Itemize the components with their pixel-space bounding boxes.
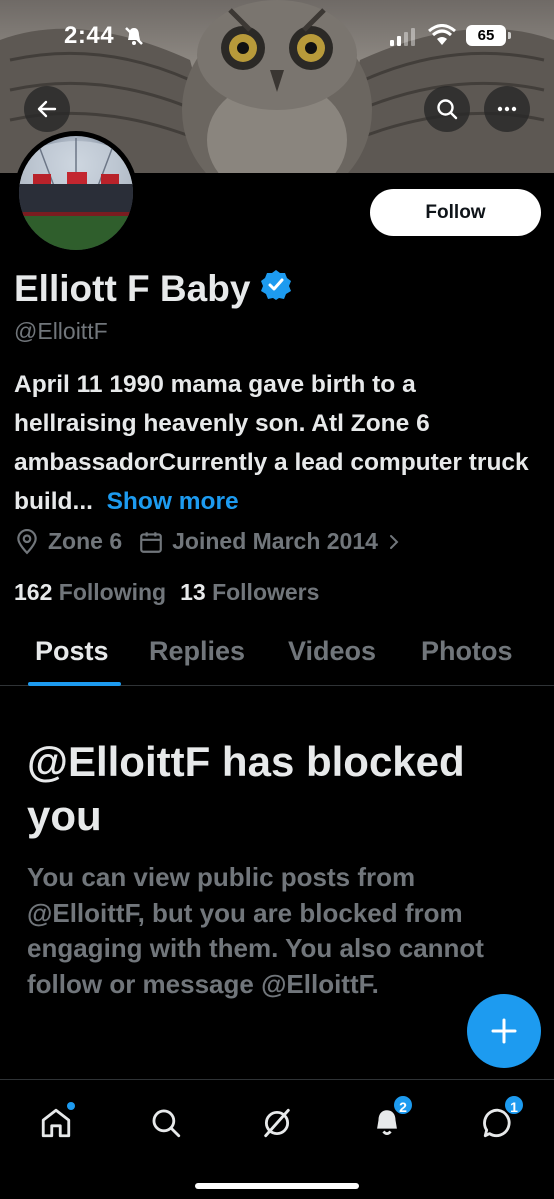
search-icon [152, 1109, 181, 1138]
joined-text: Joined March 2014 [172, 528, 378, 554]
stadium-avatar-image [19, 136, 133, 250]
tab-videos[interactable]: Videos [288, 636, 376, 667]
profile-joined[interactable]: Joined March 2014 [138, 528, 402, 555]
display-name: Elliott F Baby [14, 268, 251, 309]
messages-badge: 1 [503, 1094, 525, 1116]
active-tab-indicator [28, 682, 121, 686]
follow-button[interactable]: Follow [370, 189, 541, 236]
chevron-right-icon [389, 534, 399, 549]
home-indicator [195, 1183, 359, 1189]
nav-notifications[interactable]: 2 [362, 1094, 414, 1148]
bio-text: April 11 1990 mama gave birth to a hellr… [14, 371, 529, 515]
home-icon [41, 1108, 71, 1138]
arrow-left-icon [37, 100, 57, 118]
nav-messages[interactable]: 1 [473, 1094, 525, 1148]
blocked-description: You can view public posts from @ElloittF… [27, 862, 484, 999]
profile-handle: @ElloittF [14, 318, 108, 344]
followers-count: 13 [180, 579, 206, 605]
profile-location: Zone 6 [14, 528, 122, 555]
tab-photos[interactable]: Photos [421, 636, 513, 667]
cellular-signal-icon [390, 28, 415, 46]
profile-name-row: Elliott F Baby [14, 268, 292, 310]
nav-grok[interactable] [252, 1098, 302, 1148]
plus-icon [491, 1018, 517, 1044]
search-button[interactable] [424, 86, 470, 132]
back-button[interactable] [24, 86, 70, 132]
location-text: Zone 6 [48, 528, 123, 554]
compose-post-button[interactable] [467, 994, 541, 1068]
nav-home[interactable] [31, 1098, 81, 1148]
profile-avatar[interactable] [14, 131, 138, 255]
battery-indicator: 65 [466, 25, 511, 46]
tab-posts[interactable]: Posts [35, 636, 109, 667]
status-time: 2:44 [64, 22, 115, 49]
profile-meta: Zone 6 Joined March 2014 [14, 528, 418, 555]
home-unread-dot [67, 1102, 75, 1110]
profile-tabs: Posts Replies Videos Photos [0, 620, 554, 686]
followers-link[interactable]: 13 Followers [180, 579, 319, 606]
following-label: Following [58, 579, 167, 605]
wifi-icon [428, 24, 456, 51]
blocked-title: @ElloittF has blocked you [27, 738, 465, 839]
more-horizontal-icon [497, 106, 517, 112]
follow-stats: 162 Following 13 Followers [14, 579, 319, 606]
show-more-link[interactable]: Show more [107, 488, 239, 515]
search-icon [437, 99, 458, 120]
profile-bio: April 11 1990 mama gave birth to a hellr… [14, 365, 544, 521]
verified-badge-icon [260, 268, 292, 310]
notifications-badge: 2 [392, 1094, 414, 1116]
following-count: 162 [14, 579, 53, 605]
followers-label: Followers [212, 579, 320, 605]
bottom-navigation: 2 1 [0, 1079, 554, 1199]
following-link[interactable]: 162 Following [14, 579, 166, 606]
silent-mode-icon [124, 26, 144, 51]
more-options-button[interactable] [484, 86, 530, 132]
status-bar: 2:44 65 [0, 0, 554, 72]
nav-search[interactable] [141, 1098, 191, 1148]
calendar-icon [140, 531, 162, 553]
location-pin-icon [17, 528, 37, 554]
grok-icon [264, 1108, 290, 1138]
tab-replies[interactable]: Replies [149, 636, 245, 667]
